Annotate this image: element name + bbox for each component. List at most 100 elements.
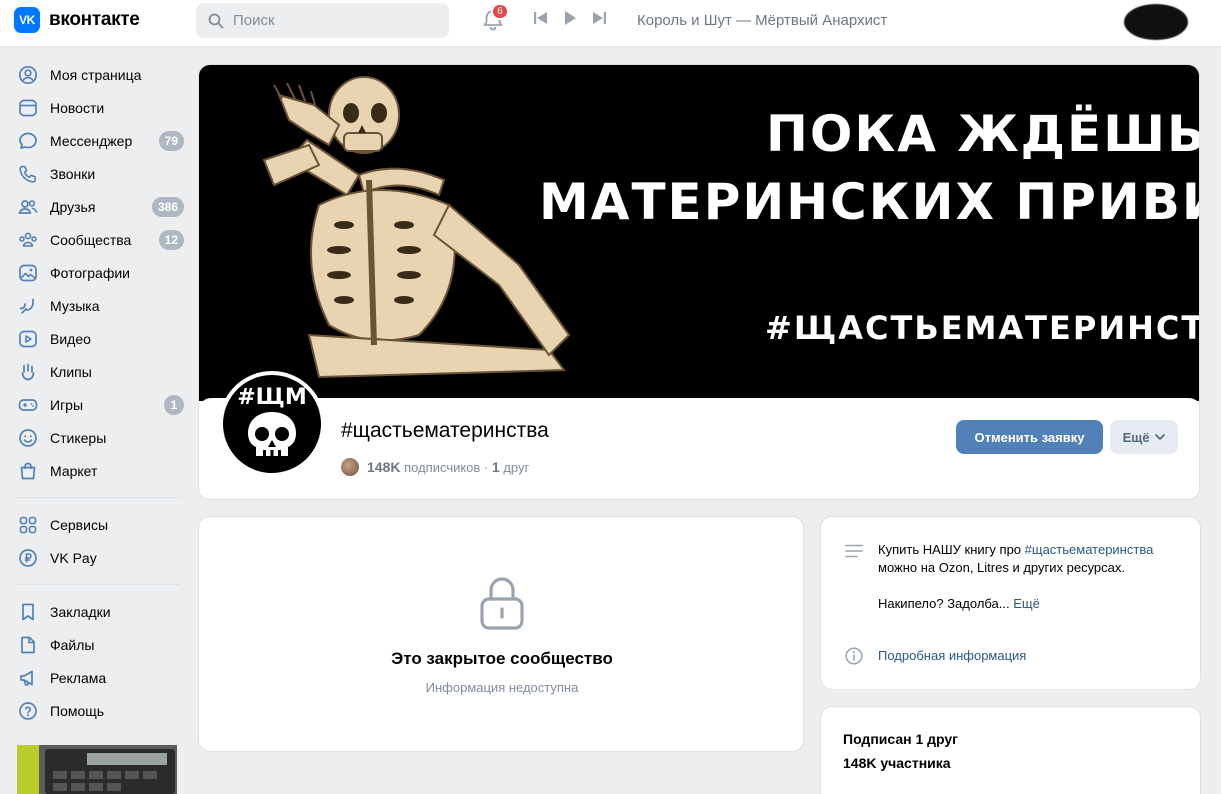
sidebar-item-messenger[interactable]: Мессенджер 79 — [12, 124, 187, 157]
friend-avatar[interactable] — [341, 458, 359, 476]
notifications-badge: 6 — [491, 3, 509, 20]
cover-text-line-2: МАТЕРИНСКИХ ПРИВИ — [539, 173, 1200, 231]
sidebar-item-photos[interactable]: Фотографии — [12, 256, 187, 289]
show-more-link[interactable]: Ещё — [1013, 596, 1040, 611]
page-scrollbar[interactable] — [1216, 48, 1221, 794]
community-description: Купить НАШУ книгу про #щастьематеринства… — [878, 541, 1178, 613]
skeleton-illustration — [262, 76, 571, 379]
sidebar-item-ads[interactable]: Реклама — [12, 661, 187, 694]
friends-subscribed-title[interactable]: Подписан 1 друг — [843, 731, 958, 747]
closed-community-title: Это закрытое сообщество — [391, 649, 613, 668]
cover-text-line-1: ПОКА ЖДЁШЬ — [766, 105, 1200, 163]
next-track-icon[interactable] — [591, 11, 607, 25]
vk-logo-text: вконтакте — [49, 9, 140, 30]
messenger-count-badge: 79 — [158, 131, 184, 151]
sidebar-ad-image[interactable] — [17, 745, 177, 794]
phone-icon — [18, 164, 38, 184]
video-icon — [18, 329, 38, 349]
user-avatar[interactable] — [1124, 4, 1188, 40]
news-icon — [18, 98, 38, 118]
closed-community-card: Это закрытое сообщество Информация недос… — [198, 516, 804, 752]
description-text-2: Накипело? Задолба... — [878, 596, 1010, 611]
cancel-request-button[interactable]: Отменить заявку — [956, 420, 1103, 454]
sidebar-item-label: VK Pay — [50, 549, 97, 566]
description-text-pre: Купить НАШУ книгу про — [878, 542, 1025, 557]
community-info-card: Купить НАШУ книгу про #щастьематеринства… — [820, 516, 1201, 690]
community-header-card: ПОКА ЖДЁШЬ МАТЕРИНСКИХ ПРИВИ #ЩАСТЬЕМАТЕ… — [198, 64, 1200, 500]
sidebar-divider — [18, 497, 181, 498]
sidebar-item-communities[interactable]: Сообщества 12 — [12, 223, 187, 256]
more-button[interactable]: Ещё — [1110, 420, 1178, 454]
vk-logo-mark: VK — [14, 7, 40, 33]
sidebar-item-label: Игры — [50, 396, 84, 413]
communities-count-badge: 12 — [158, 230, 184, 250]
description-icon — [845, 544, 863, 558]
sidebar-item-market[interactable]: Маркет — [12, 454, 187, 487]
play-icon[interactable] — [563, 10, 577, 26]
clips-icon — [18, 362, 38, 382]
subscribers-count[interactable]: 148K — [367, 459, 400, 475]
sidebar-item-label: Мессенджер — [50, 132, 133, 149]
hashtag-link[interactable]: #щастьематеринства — [1025, 542, 1154, 557]
sidebar-item-label: Фотографии — [50, 264, 131, 281]
friends-label: друг — [503, 460, 530, 475]
more-button-label: Ещё — [1122, 429, 1150, 445]
vk-logo[interactable]: VK вконтакте — [14, 7, 140, 33]
sidebar-item-music[interactable]: Музыка — [12, 289, 187, 322]
games-icon — [18, 395, 38, 415]
message-icon — [18, 131, 38, 151]
sidebar-item-label: Клипы — [50, 363, 92, 380]
sidebar-item-news[interactable]: Новости — [12, 91, 187, 124]
chevron-down-icon — [1155, 434, 1166, 440]
sidebar-item-label: Видео — [50, 330, 91, 347]
sidebar-item-label: Помощь — [50, 702, 105, 719]
games-count-badge: 1 — [164, 395, 184, 415]
closed-community-subtitle: Информация недоступна — [425, 680, 579, 695]
separator-dot: · — [483, 460, 489, 475]
members-count[interactable]: 148K участника — [843, 755, 951, 771]
community-avatar-tag: #ЩМ — [237, 384, 307, 410]
sidebar-item-label: Сообщества — [50, 231, 132, 248]
file-icon — [18, 635, 38, 655]
sidebar-item-my-page[interactable]: Моя страница — [12, 58, 187, 91]
search-input[interactable] — [233, 12, 433, 29]
sidebar-item-label: Звонки — [50, 165, 96, 182]
sidebar-item-stickers[interactable]: Стикеры — [12, 421, 187, 454]
cover-hashtag: #ЩАСТЬЕМАТЕРИНСТВА — [765, 309, 1199, 347]
sidebar-item-video[interactable]: Видео — [12, 322, 187, 355]
previous-track-icon[interactable] — [533, 11, 549, 25]
search-box[interactable] — [196, 3, 449, 38]
photo-icon — [18, 263, 38, 283]
sidebar-item-games[interactable]: Игры 1 — [12, 388, 187, 421]
community-cover-image: ПОКА ЖДЁШЬ МАТЕРИНСКИХ ПРИВИ #ЩАСТЬЕМАТЕ… — [199, 65, 1200, 401]
sidebar-item-bookmarks[interactable]: Закладки — [12, 595, 187, 628]
sidebar-item-label: Маркет — [50, 462, 98, 479]
detailed-info-link[interactable]: Подробная информация — [878, 648, 1026, 663]
vkpay-icon — [18, 548, 38, 568]
sidebar-item-label: Файлы — [50, 636, 95, 653]
sidebar-divider — [18, 584, 181, 585]
sidebar-item-friends[interactable]: Друзья 386 — [12, 190, 187, 223]
lock-icon — [480, 577, 524, 630]
sidebar-item-vk-pay[interactable]: VK Pay — [12, 541, 187, 574]
sidebar-item-files[interactable]: Файлы — [12, 628, 187, 661]
music-icon — [18, 296, 38, 316]
friends-count[interactable]: 1 — [492, 459, 500, 475]
now-playing-track[interactable]: Король и Шут — Мёртвый Анархист — [637, 12, 887, 29]
community-avatar[interactable]: #ЩМ — [219, 371, 325, 477]
description-text-post: можно на Ozon, Litres и других ресурсах. — [878, 560, 1125, 575]
sidebar-item-clips[interactable]: Клипы — [12, 355, 187, 388]
community-name: #щастьематеринства — [341, 419, 549, 442]
sidebar-item-services[interactable]: Сервисы — [12, 508, 187, 541]
community-friends-card: Подписан 1 друг 148K участника — [820, 706, 1201, 794]
user-circle-icon — [18, 65, 38, 85]
subscribers-label: подписчиков — [404, 460, 481, 475]
sidebar-item-label: Стикеры — [50, 429, 107, 446]
bookmark-icon — [18, 602, 38, 622]
friends-count-badge: 386 — [151, 197, 184, 217]
sidebar-item-calls[interactable]: Звонки — [12, 157, 187, 190]
friends-icon — [18, 197, 38, 217]
search-icon — [208, 13, 224, 28]
sidebar-item-label: Друзья — [50, 198, 96, 215]
sidebar-item-help[interactable]: Помощь — [12, 694, 187, 727]
